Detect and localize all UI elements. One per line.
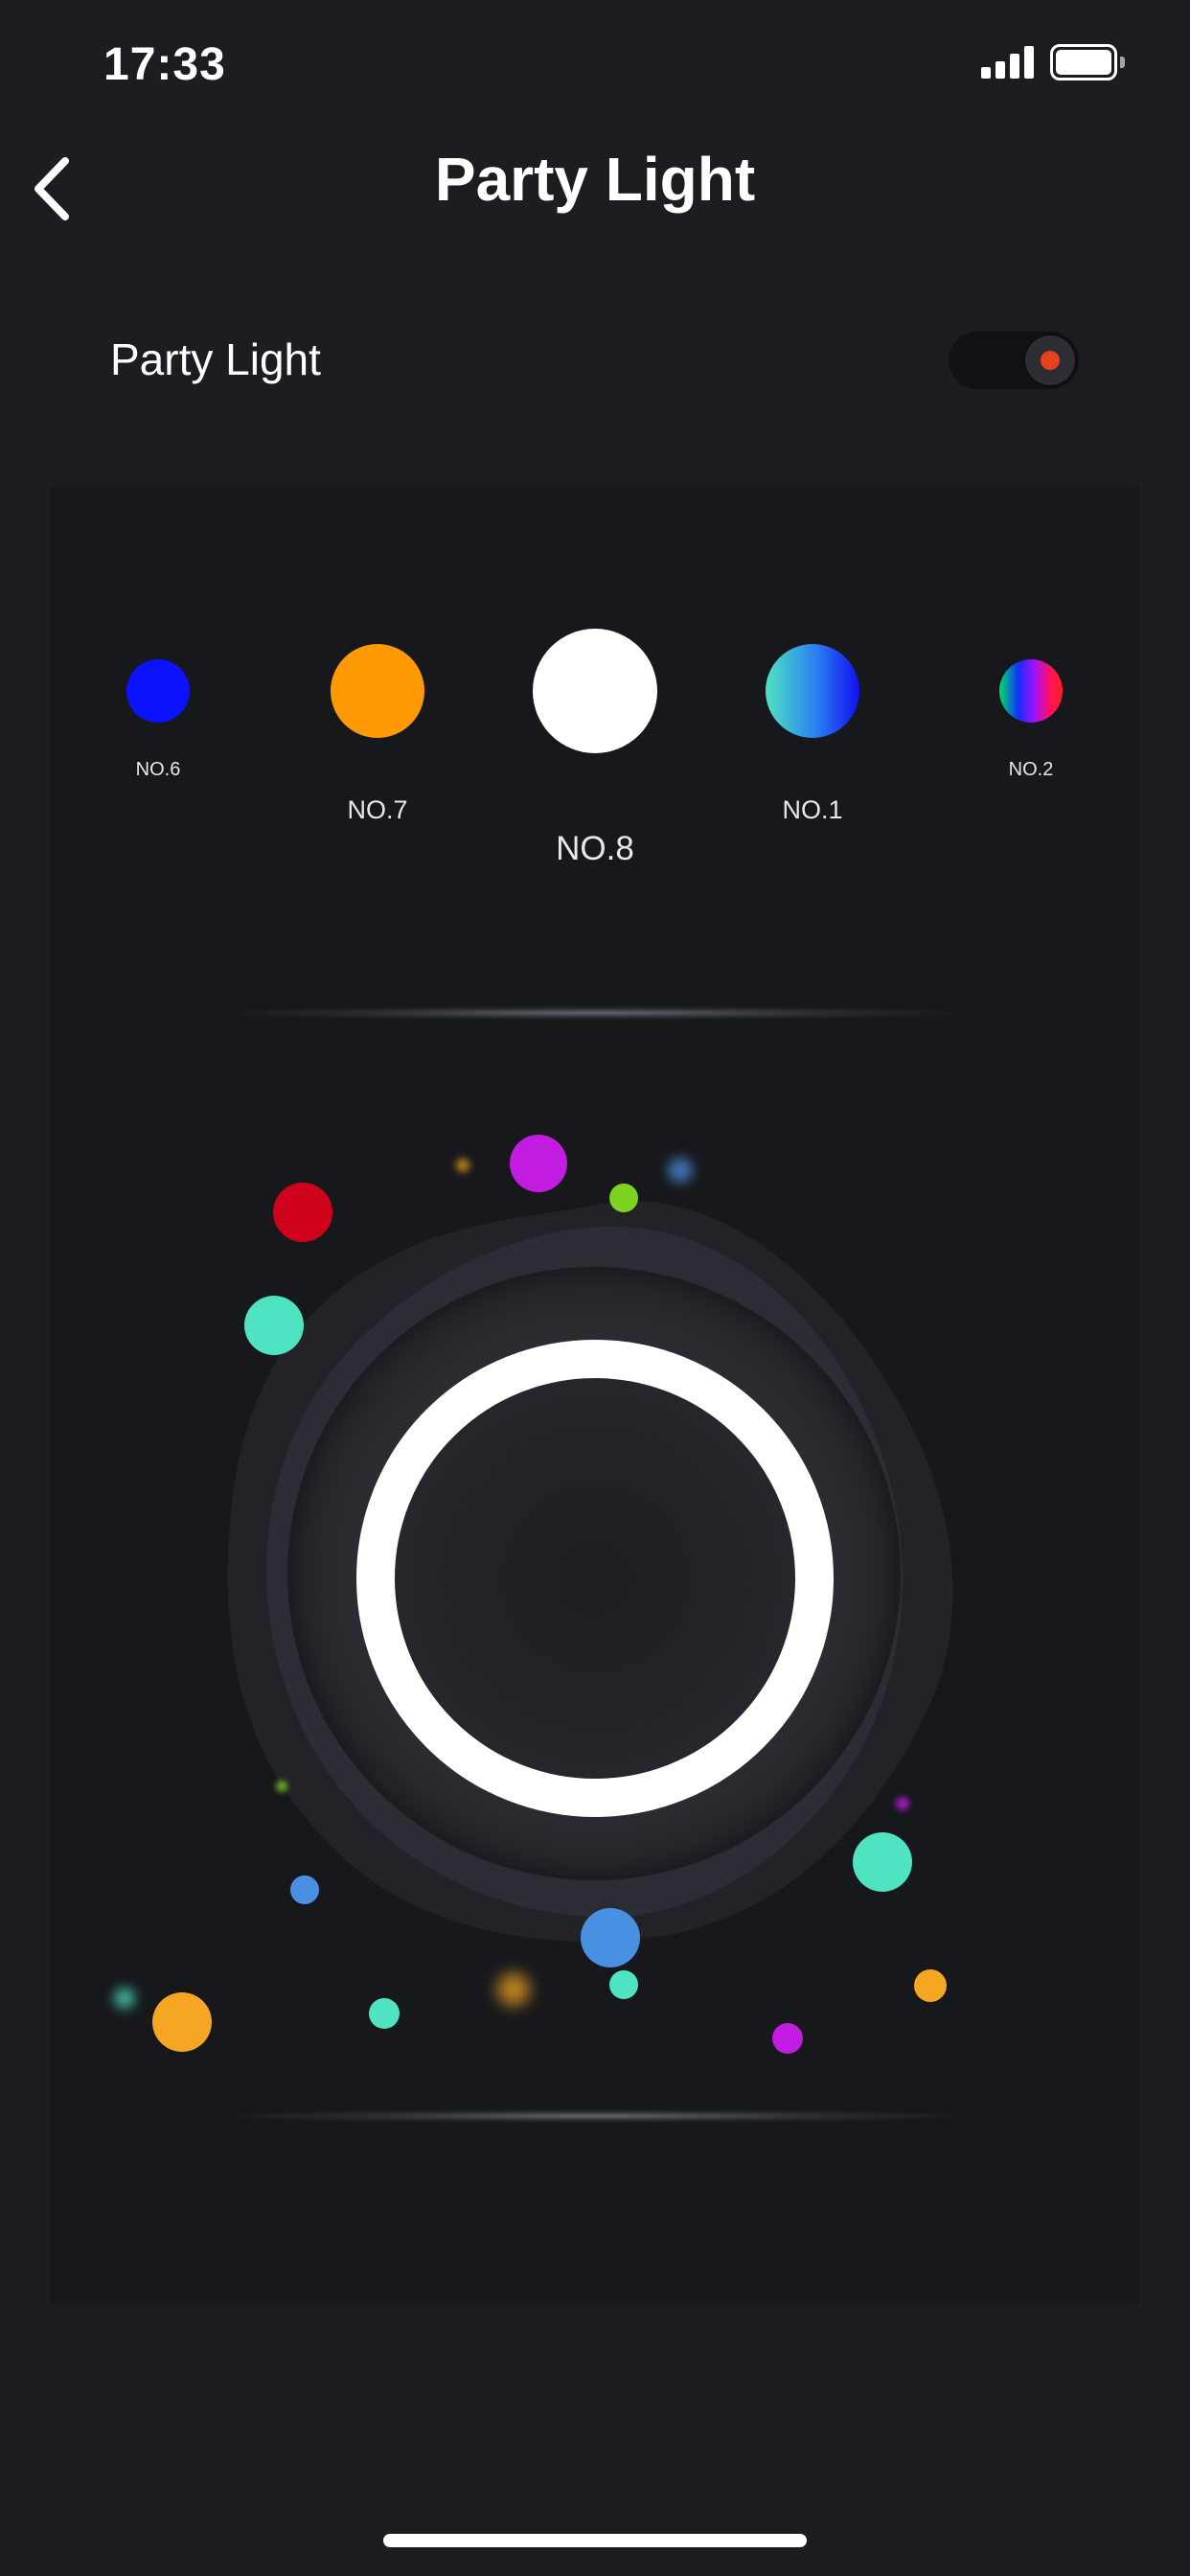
particle-dot xyxy=(668,1158,693,1183)
effect-label-no8: NO.8 xyxy=(556,830,634,867)
particle-dot xyxy=(114,1988,135,2009)
battery-icon xyxy=(1050,44,1127,80)
effect-label-no6: NO.6 xyxy=(135,759,181,780)
page-title: Party Light xyxy=(434,145,756,214)
party-light-power-ring[interactable] xyxy=(356,1340,834,1817)
particle-dot xyxy=(273,1183,332,1242)
chevron-left-icon xyxy=(34,157,69,220)
particle-dot xyxy=(853,1832,912,1892)
home-indicator xyxy=(383,2534,807,2547)
effect-swatch-no2[interactable] xyxy=(999,659,1063,723)
effect-swatch-no1[interactable] xyxy=(766,644,859,738)
particle-dot xyxy=(369,1998,400,2029)
particle-dot xyxy=(914,1969,947,2002)
effect-label-no1: NO.1 xyxy=(782,795,843,824)
particle-dot xyxy=(497,1973,530,2006)
party-light-toggle[interactable] xyxy=(949,332,1079,389)
particle-dot xyxy=(290,1875,319,1904)
particle-dot xyxy=(609,1970,638,1999)
effect-label-no2: NO.2 xyxy=(1008,759,1054,780)
particle-dot xyxy=(896,1797,909,1810)
top-divider xyxy=(238,1006,952,1020)
toggle-indicator-dot xyxy=(1041,351,1060,370)
particle-dot xyxy=(772,2023,803,2054)
particle-dot xyxy=(152,1992,212,2052)
effect-swatch-no7[interactable] xyxy=(331,644,424,738)
particle-dot xyxy=(510,1135,567,1192)
signal-icon xyxy=(981,46,1035,79)
effect-swatch-no8[interactable] xyxy=(533,629,657,753)
particle-dot xyxy=(456,1159,469,1172)
party-light-label: Party Light xyxy=(110,334,321,384)
particle-dot xyxy=(581,1908,640,1967)
effect-swatch-no6[interactable] xyxy=(126,659,190,723)
bottom-divider xyxy=(238,2109,952,2123)
particle-dot xyxy=(244,1296,304,1355)
particle-dot xyxy=(276,1781,287,1792)
toggle-knob xyxy=(1025,335,1075,385)
status-time: 17:33 xyxy=(103,39,226,90)
particle-dot xyxy=(609,1184,638,1212)
effect-label-no7: NO.7 xyxy=(347,795,408,824)
back-button[interactable] xyxy=(29,153,82,224)
